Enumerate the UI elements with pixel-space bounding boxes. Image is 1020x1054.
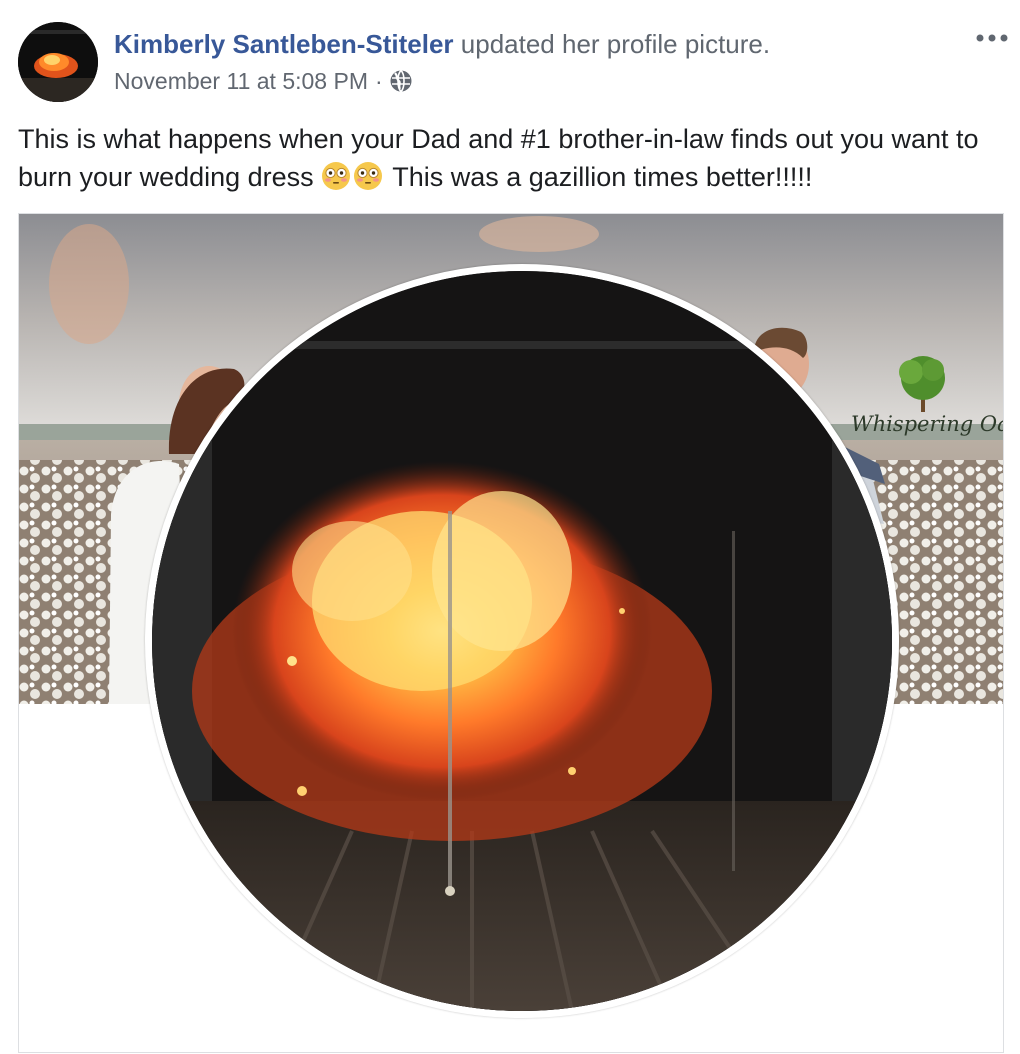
post-media-link[interactable]: Whispering Oak: [18, 213, 1004, 1053]
author-avatar[interactable]: [18, 22, 98, 102]
post-timestamp-link[interactable]: November 11 at 5:08 PM: [114, 66, 368, 96]
profile-picture: [145, 264, 899, 1018]
caption-text-part2: This was a gazillion times better!!!!!: [392, 162, 813, 192]
globe-icon[interactable]: [389, 69, 413, 93]
post-meta: November 11 at 5:08 PM ·: [114, 66, 413, 96]
flushed-face-emoji-icon: [354, 162, 383, 190]
cover-watermark: Whispering Oak: [851, 412, 1003, 436]
feed-post: Kimberly Santleben-Stiteler updated her …: [0, 0, 1020, 1054]
fire-thumbnail-icon: [18, 22, 98, 102]
post-header: Kimberly Santleben-Stiteler updated her …: [114, 27, 770, 61]
more-options-icon[interactable]: [972, 26, 1012, 50]
flushed-face-emoji-icon: [322, 162, 351, 190]
post-caption: This is what happens when your Dad and #…: [18, 120, 1008, 196]
meta-separator: ·: [374, 68, 383, 94]
explosion-image: [152, 271, 892, 1011]
author-name-link[interactable]: Kimberly Santleben-Stiteler: [114, 29, 454, 59]
post-action-text: updated her profile picture.: [460, 29, 771, 59]
